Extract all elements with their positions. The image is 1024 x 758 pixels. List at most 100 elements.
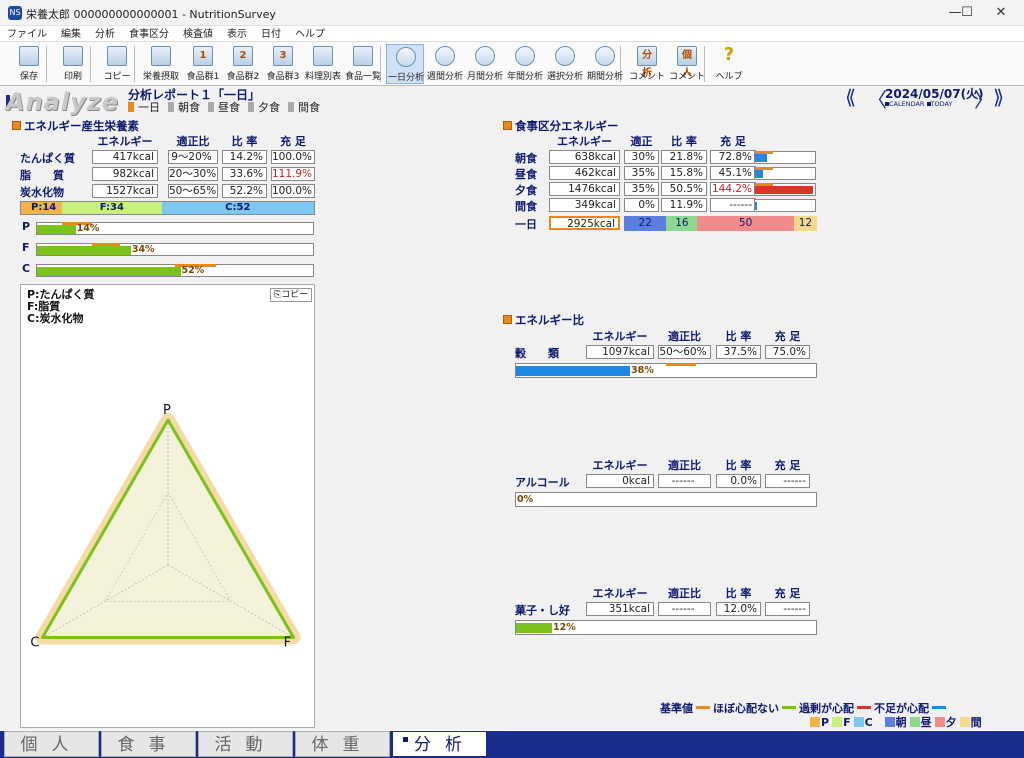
bar-label: P bbox=[22, 220, 31, 233]
toolbar-button-17[interactable]: ? ヘルプ bbox=[710, 44, 748, 84]
column-header: 比 率 bbox=[231, 135, 258, 148]
toolbar-button-16[interactable]: 個人 コメント bbox=[668, 44, 706, 84]
bottom-tab-3[interactable]: 体重 bbox=[295, 731, 390, 757]
cell-fill: 72.8% bbox=[710, 150, 756, 164]
row-label: 昼食 bbox=[515, 168, 537, 181]
column-header: 充 足 bbox=[720, 135, 746, 148]
cell-fill: 75.0% bbox=[765, 345, 810, 359]
menu-item-5[interactable]: 表示 bbox=[220, 27, 254, 43]
cell-energy: 351kcal bbox=[586, 602, 654, 616]
cell-energy: 982kcal bbox=[92, 167, 158, 181]
radar-copy-button[interactable]: ⎘コピー bbox=[270, 288, 312, 302]
next-day-icon[interactable]: 〉 bbox=[974, 84, 994, 113]
select-analysis-icon bbox=[555, 46, 575, 66]
toolbar-label: コメント bbox=[668, 72, 705, 82]
close-button[interactable]: ✕ bbox=[978, 0, 1024, 26]
period-analysis-icon bbox=[595, 46, 615, 66]
toolbar-button-15[interactable]: 分析 コメント bbox=[628, 44, 666, 84]
toolbar-label: 栄養摂取 bbox=[142, 72, 179, 82]
reference-marker bbox=[755, 167, 773, 170]
cell-energy: 349kcal bbox=[549, 198, 620, 212]
menu-item-6[interactable]: 日付 bbox=[254, 27, 288, 43]
toolbar-button-3[interactable]: 栄養摂取 bbox=[142, 44, 180, 84]
fill-bar-track bbox=[754, 183, 816, 196]
toolbar-button-5[interactable]: 2 食品群2 bbox=[224, 44, 262, 84]
toolbar-button-4[interactable]: 1 食品群1 bbox=[184, 44, 222, 84]
menu-item-0[interactable]: ファイル bbox=[0, 27, 54, 43]
bar-track: 14% bbox=[36, 222, 314, 235]
toolbar-label: 月間分析 bbox=[466, 72, 503, 82]
toolbar-button-0[interactable]: 保存 bbox=[10, 44, 48, 84]
ratio-bar-track: 12% bbox=[515, 620, 817, 635]
ratio-bar-fill bbox=[516, 623, 552, 633]
toolbar-label: 食品一覧 bbox=[344, 72, 381, 82]
toolbar-button-1[interactable]: 印刷 bbox=[54, 44, 92, 84]
meal-tab-2[interactable]: 昼食 bbox=[208, 101, 244, 114]
bar-label: F bbox=[22, 241, 30, 254]
bottom-tab-2[interactable]: 活動 bbox=[198, 731, 293, 757]
legend-item: C bbox=[853, 716, 873, 729]
comment-icon: 分析 bbox=[637, 46, 657, 79]
food-group-1-icon: 1 bbox=[193, 46, 213, 66]
menu-item-4[interactable]: 検査値 bbox=[176, 27, 220, 43]
fill-bar-track bbox=[754, 167, 816, 180]
cell-ratio: 11.9% bbox=[661, 198, 707, 212]
row-label: アルコール bbox=[515, 476, 570, 489]
meal-tab-0[interactable]: 一日 bbox=[128, 101, 164, 114]
today-link[interactable]: TODAY bbox=[931, 100, 953, 108]
calendar-today-links[interactable]: CALENDAR TODAY bbox=[885, 100, 952, 108]
meal-tab-4[interactable]: 間食 bbox=[288, 101, 324, 114]
day-analysis-icon bbox=[396, 47, 416, 67]
toolbar-button-2[interactable]: コピー bbox=[98, 44, 136, 84]
bottom-tab-label: 体重 bbox=[311, 735, 374, 755]
energy-ratio-title: エネルギー比 bbox=[503, 312, 584, 328]
toolbar-button-13[interactable]: 選択分析 bbox=[546, 44, 584, 84]
meal-tab-1[interactable]: 朝食 bbox=[168, 101, 204, 114]
row-label: 炭水化物 bbox=[20, 186, 64, 199]
next-week-icon[interactable]: ⟫ bbox=[993, 85, 1004, 109]
cell-energy: 1527kcal bbox=[92, 184, 158, 198]
toolbar-button-14[interactable]: 期間分析 bbox=[586, 44, 624, 84]
cell-fill: 45.1% bbox=[710, 166, 756, 180]
toolbar-button-6[interactable]: 3 食品群3 bbox=[264, 44, 302, 84]
bottom-tab-1[interactable]: 食事 bbox=[101, 731, 196, 757]
bottom-tab-label: 食事 bbox=[117, 735, 180, 755]
year-analysis-icon bbox=[515, 46, 535, 66]
legend-label: 朝 bbox=[895, 716, 907, 729]
fill-bar bbox=[755, 202, 757, 210]
legend-swatch bbox=[853, 717, 864, 727]
cell-ratio: 33.6% bbox=[222, 167, 267, 181]
row-label: 間食 bbox=[515, 200, 537, 213]
cell-energy: 1476kcal bbox=[549, 182, 620, 196]
column-header: エネルギー bbox=[592, 459, 648, 472]
cell-fill: 111.9% bbox=[271, 167, 315, 181]
toolbar-button-8[interactable]: 食品一覧 bbox=[344, 44, 382, 84]
toolbar-button-7[interactable]: 料理別表 bbox=[304, 44, 342, 84]
toolbar-button-9[interactable]: 一日分析 bbox=[386, 44, 424, 84]
menu-item-2[interactable]: 分析 bbox=[88, 27, 122, 43]
menu-item-3[interactable]: 食事区分 bbox=[122, 27, 176, 43]
legend-item: 昼 bbox=[909, 716, 932, 729]
cell-fill: 100.0% bbox=[271, 184, 315, 198]
toolbar-button-11[interactable]: 月間分析 bbox=[466, 44, 504, 84]
prev-day-icon[interactable]: 〈 bbox=[867, 84, 887, 113]
week-analysis-icon bbox=[435, 46, 455, 66]
section-icon bbox=[503, 315, 512, 324]
save-icon bbox=[19, 46, 39, 66]
bottom-tab-4[interactable]: 分析 bbox=[392, 731, 487, 757]
analyze-logo: Analyze bbox=[6, 88, 119, 116]
prev-week-icon[interactable]: ⟪ bbox=[845, 85, 856, 109]
bottom-tab-0[interactable]: 個人 bbox=[4, 731, 99, 757]
cell-fill: ------ bbox=[710, 198, 756, 212]
bar-percent: 34% bbox=[131, 244, 155, 255]
section-icon bbox=[12, 121, 21, 130]
menu-item-1[interactable]: 編集 bbox=[54, 27, 88, 43]
calendar-link[interactable]: CALENDAR bbox=[889, 100, 924, 108]
toolbar-button-12[interactable]: 年間分析 bbox=[506, 44, 544, 84]
fill-bar bbox=[755, 186, 813, 194]
cell-range: 20〜30% bbox=[168, 167, 218, 181]
legend-text: ほぼ心配ない bbox=[713, 702, 779, 715]
toolbar-button-10[interactable]: 週間分析 bbox=[426, 44, 464, 84]
meal-tab-3[interactable]: 夕食 bbox=[248, 101, 284, 114]
menu-item-7[interactable]: ヘルプ bbox=[288, 27, 332, 43]
